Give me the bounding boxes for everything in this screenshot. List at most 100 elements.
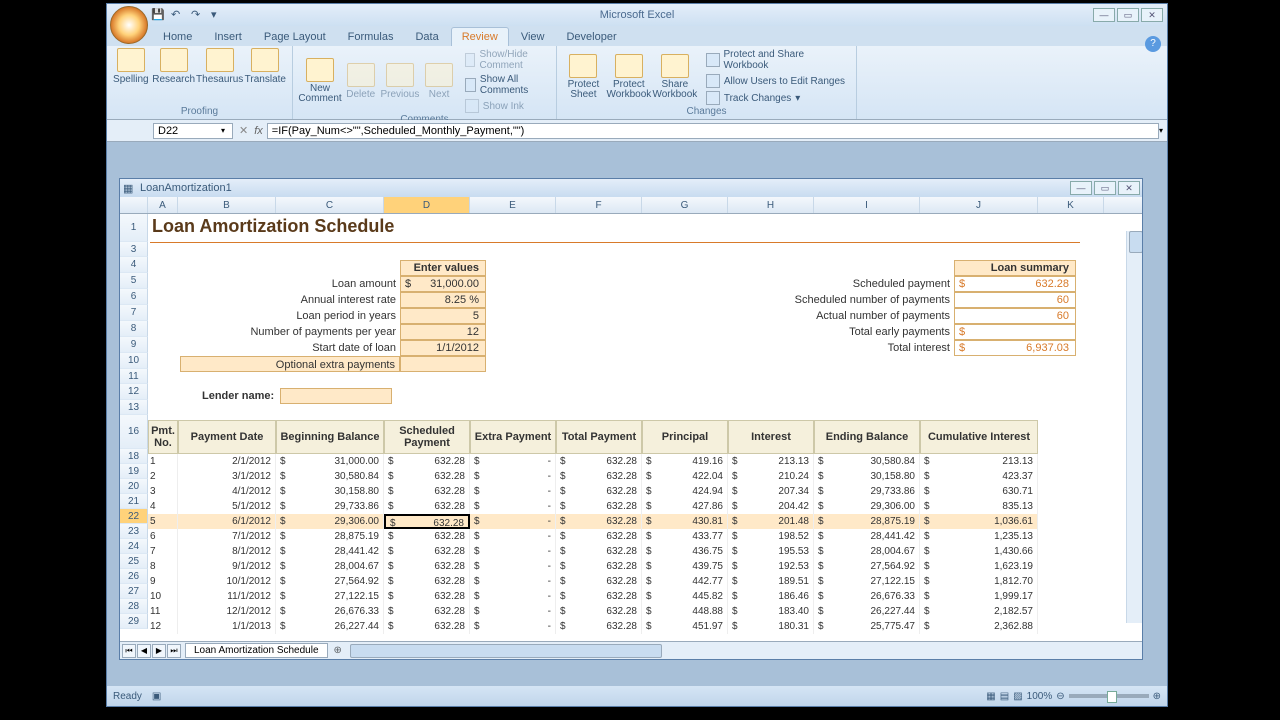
cell[interactable]: 3 xyxy=(148,484,178,499)
cell[interactable]: $632.28 xyxy=(384,454,470,469)
cell[interactable]: $835.13 xyxy=(920,499,1038,514)
cell[interactable]: $422.04 xyxy=(642,469,728,484)
cell[interactable]: 7/1/2012 xyxy=(178,529,276,544)
cell[interactable]: $198.52 xyxy=(728,529,814,544)
cell[interactable]: $180.31 xyxy=(728,619,814,634)
cell[interactable]: $632.28 xyxy=(556,499,642,514)
cell[interactable]: 12/1/2012 xyxy=(178,604,276,619)
formula-input[interactable]: =IF(Pay_Num<>"",Scheduled_Monthly_Paymen… xyxy=(267,123,1159,139)
previous-comment-button[interactable]: Previous xyxy=(380,48,419,114)
cell[interactable]: 10 xyxy=(148,589,178,604)
rate-input[interactable]: 8.25 % xyxy=(400,292,486,308)
cell[interactable]: $632.28 xyxy=(556,469,642,484)
cell[interactable]: $26,676.33 xyxy=(814,589,920,604)
cell[interactable]: $27,564.92 xyxy=(814,559,920,574)
allow-users-button[interactable]: Allow Users to Edit Ranges xyxy=(704,73,850,89)
tab-data[interactable]: Data xyxy=(405,28,448,46)
table-row[interactable]: 910/1/2012$27,564.92$632.28$-$632.28$442… xyxy=(148,574,1038,589)
table-row[interactable]: 78/1/2012$28,441.42$632.28$-$632.28$436.… xyxy=(148,544,1038,559)
cell[interactable]: $632.28 xyxy=(384,484,470,499)
cell[interactable]: 8 xyxy=(148,559,178,574)
cell[interactable]: $1,430.66 xyxy=(920,544,1038,559)
maximize-button[interactable]: ▭ xyxy=(1117,8,1139,22)
lender-input[interactable] xyxy=(280,388,392,404)
row-header-21[interactable]: 21 xyxy=(120,494,148,509)
cell[interactable]: 7 xyxy=(148,544,178,559)
help-icon[interactable]: ? xyxy=(1145,36,1161,52)
col-header-K[interactable]: K xyxy=(1038,197,1104,213)
qat-more-icon[interactable]: ▾ xyxy=(211,8,225,22)
office-button[interactable] xyxy=(110,6,148,44)
row-header-28[interactable]: 28 xyxy=(120,599,148,614)
cell[interactable]: 4/1/2012 xyxy=(178,484,276,499)
row-header-1[interactable]: 1 xyxy=(120,214,148,242)
sheet-nav-first-icon[interactable]: ⏮ xyxy=(122,644,136,658)
expand-formula-icon[interactable]: ▾ xyxy=(1159,126,1163,135)
new-comment-button[interactable]: New Comment xyxy=(299,48,341,114)
row-header-20[interactable]: 20 xyxy=(120,479,148,494)
table-row[interactable]: 23/1/2012$30,580.84$632.28$-$632.28$422.… xyxy=(148,469,1038,484)
cell[interactable]: $439.75 xyxy=(642,559,728,574)
protect-sheet-button[interactable]: Protect Sheet xyxy=(563,48,604,106)
spelling-button[interactable]: Spelling xyxy=(113,48,149,85)
worksheet[interactable]: 1345678910111213161819202122232425262728… xyxy=(120,214,1142,641)
cell[interactable]: $28,875.19 xyxy=(276,529,384,544)
namebox-dropdown-icon[interactable]: ▾ xyxy=(221,126,225,135)
cell[interactable]: $- xyxy=(470,559,556,574)
row-header-5[interactable]: 5 xyxy=(120,273,148,289)
cell[interactable]: $213.13 xyxy=(920,454,1038,469)
tab-developer[interactable]: Developer xyxy=(556,28,626,46)
npy-input[interactable]: 12 xyxy=(400,324,486,340)
cell[interactable]: $195.53 xyxy=(728,544,814,559)
row-header-18[interactable]: 18 xyxy=(120,449,148,464)
row-header-24[interactable]: 24 xyxy=(120,539,148,554)
table-row[interactable]: 121/1/2013$26,227.44$632.28$-$632.28$451… xyxy=(148,619,1038,634)
row-header-27[interactable]: 27 xyxy=(120,584,148,599)
cell[interactable]: 1/1/2013 xyxy=(178,619,276,634)
cell[interactable]: $189.51 xyxy=(728,574,814,589)
cell[interactable]: $1,235.13 xyxy=(920,529,1038,544)
cell[interactable]: $- xyxy=(470,514,556,529)
extra-input[interactable] xyxy=(400,356,486,372)
protect-workbook-button[interactable]: Protect Workbook xyxy=(608,48,650,106)
cell[interactable]: $26,227.44 xyxy=(814,604,920,619)
cell[interactable]: $207.34 xyxy=(728,484,814,499)
cell[interactable]: $632.28 xyxy=(384,574,470,589)
cell[interactable]: $632.28 xyxy=(384,544,470,559)
sheet-nav-prev-icon[interactable]: ◀ xyxy=(137,644,151,658)
view-layout-icon[interactable]: ▤ xyxy=(1000,691,1009,702)
table-row[interactable]: 12/1/2012$31,000.00$632.28$-$632.28$419.… xyxy=(148,454,1038,469)
cell[interactable]: $430.81 xyxy=(642,514,728,529)
cell[interactable]: $632.28 xyxy=(556,454,642,469)
cell[interactable]: $201.48 xyxy=(728,514,814,529)
table-row[interactable]: 1112/1/2012$26,676.33$632.28$-$632.28$44… xyxy=(148,604,1038,619)
cell[interactable]: $433.77 xyxy=(642,529,728,544)
sheet-tab[interactable]: Loan Amortization Schedule xyxy=(185,643,328,658)
tab-review[interactable]: Review xyxy=(451,27,509,46)
row-header-3[interactable]: 3 xyxy=(120,242,148,257)
cell[interactable]: $213.13 xyxy=(728,454,814,469)
close-button[interactable]: ✕ xyxy=(1141,8,1163,22)
col-header-H[interactable]: H xyxy=(728,197,814,213)
row-header-25[interactable]: 25 xyxy=(120,554,148,569)
row-header-4[interactable]: 4 xyxy=(120,257,148,273)
cell[interactable]: $30,580.84 xyxy=(276,469,384,484)
cell[interactable]: $632.28 xyxy=(556,604,642,619)
cell[interactable]: $1,036.61 xyxy=(920,514,1038,529)
showhide-comment-button[interactable]: Show/Hide Comment xyxy=(463,48,550,72)
vertical-scrollbar[interactable] xyxy=(1126,231,1142,623)
macro-record-icon[interactable]: ▣ xyxy=(152,691,161,702)
cell[interactable]: 3/1/2012 xyxy=(178,469,276,484)
cell[interactable]: $- xyxy=(470,529,556,544)
cell[interactable]: $28,875.19 xyxy=(814,514,920,529)
loan-amount-input[interactable]: $31,000.00 xyxy=(400,276,486,292)
zoom-level[interactable]: 100% xyxy=(1027,691,1053,702)
cell[interactable]: 5 xyxy=(148,514,178,529)
row-header-16[interactable]: 16 xyxy=(120,415,148,449)
cell[interactable]: $436.75 xyxy=(642,544,728,559)
cell[interactable]: $442.77 xyxy=(642,574,728,589)
protect-share-button[interactable]: Protect and Share Workbook xyxy=(704,48,850,72)
cell[interactable]: $1,623.19 xyxy=(920,559,1038,574)
row-header-8[interactable]: 8 xyxy=(120,321,148,337)
col-header-D[interactable]: D xyxy=(384,197,470,213)
